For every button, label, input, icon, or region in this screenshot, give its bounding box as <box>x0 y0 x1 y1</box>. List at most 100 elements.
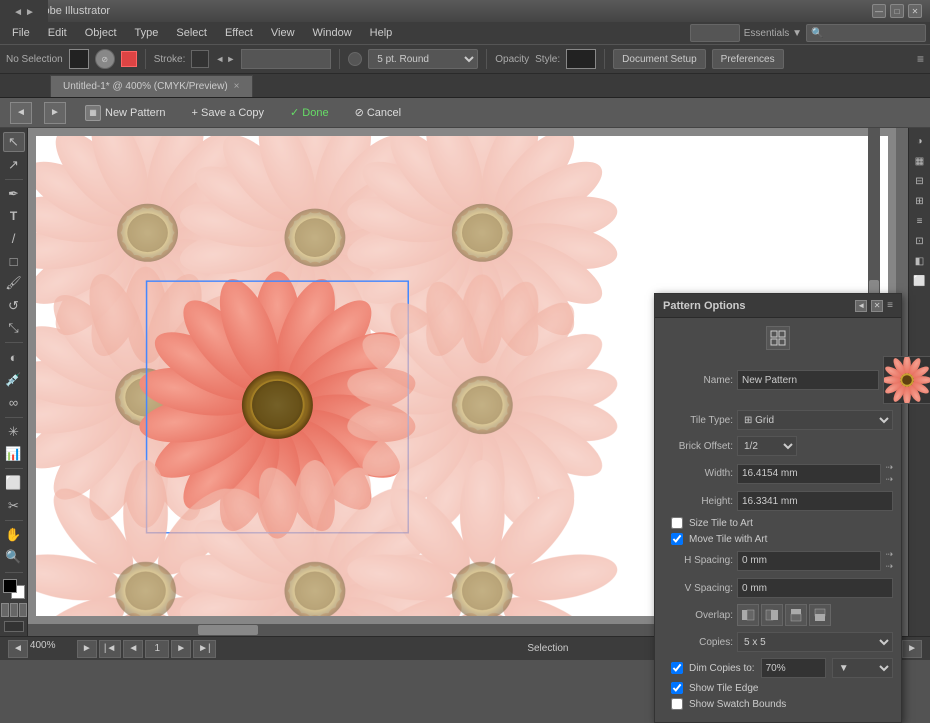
link-spacing-btn[interactable]: ⇢ ⇢ <box>885 549 893 572</box>
panel-gradient-icon[interactable]: ▦ <box>911 152 929 170</box>
hand-tool[interactable]: ✋ <box>3 525 25 545</box>
menu-object[interactable]: Object <box>77 25 125 41</box>
h-scrollbar-thumb[interactable] <box>198 625 258 635</box>
paint-tool[interactable]: 🖌 <box>3 273 25 293</box>
panel-color-icon[interactable]: ◑ <box>911 132 929 150</box>
last-page-btn[interactable]: ►| <box>193 640 216 658</box>
page-number: 1 <box>145 640 169 658</box>
brick-offset-select[interactable]: 1/2 1/3 1/4 <box>737 436 797 456</box>
menu-type[interactable]: Type <box>127 25 167 41</box>
first-page-btn[interactable]: |◄ <box>99 640 122 658</box>
show-tile-edge-checkbox[interactable] <box>671 682 683 694</box>
menu-effect[interactable]: Effect <box>217 25 261 41</box>
blend-tool[interactable]: ∞ <box>3 392 25 412</box>
menu-view[interactable]: View <box>263 25 303 41</box>
height-input[interactable] <box>737 491 893 511</box>
maximize-button[interactable]: □ <box>890 4 904 18</box>
tab-close-btn[interactable]: × <box>234 81 240 92</box>
zoom-decrease-btn[interactable]: ◄ <box>8 640 28 658</box>
symbol-tool[interactable]: ✳ <box>3 421 25 441</box>
link-dimensions-btn[interactable]: ⇢ ⇢ <box>885 462 893 485</box>
line-tool[interactable]: / <box>3 228 25 248</box>
panel-menu-btn[interactable]: ≡ <box>887 300 893 312</box>
dim-copies-pct-input[interactable] <box>761 658 826 678</box>
eyedropper-tool[interactable]: 💉 <box>3 370 25 390</box>
scroll-right-btn[interactable]: ► <box>902 640 922 658</box>
show-swatch-bounds-row: Show Swatch Bounds <box>663 698 893 710</box>
rect-tool[interactable]: □ <box>3 251 25 271</box>
menu-select[interactable]: Select <box>168 25 215 41</box>
save-copy-btn[interactable]: + Save a Copy <box>185 103 271 123</box>
screen-mode-btn[interactable] <box>4 621 24 632</box>
artboard-tool[interactable]: ⬜ <box>3 473 25 493</box>
panel-stroke-icon[interactable]: ⊟ <box>911 172 929 190</box>
zoom-tool[interactable]: 🔍 <box>3 547 25 567</box>
panel-layers-icon[interactable]: ◧ <box>911 252 929 270</box>
overlap-top-btn[interactable] <box>785 604 807 626</box>
zoom-increase-btn[interactable]: ► <box>77 640 97 658</box>
tile-icon-btn[interactable] <box>766 326 790 350</box>
canvas-tab[interactable]: Untitled-1* @ 400% (CMYK/Preview) × <box>50 75 253 97</box>
select-tool[interactable]: ↖ <box>3 132 25 152</box>
style-swatch[interactable] <box>566 49 596 69</box>
size-to-art-label: Size Tile to Art <box>689 518 753 529</box>
draw-inside-btn[interactable] <box>19 603 27 617</box>
stroke-input[interactable] <box>241 49 331 69</box>
menu-edit[interactable]: Edit <box>40 25 75 41</box>
fill-swatch[interactable] <box>69 49 89 69</box>
overlap-bottom-btn[interactable] <box>809 604 831 626</box>
scale-tool[interactable]: ⤡ <box>3 318 25 338</box>
draw-behind-btn[interactable] <box>10 603 18 617</box>
move-with-art-label: Move Tile with Art <box>689 534 767 545</box>
stroke-indicator <box>348 52 362 66</box>
panel-align-icon[interactable]: ≡ <box>911 212 929 230</box>
move-with-art-checkbox[interactable] <box>671 533 683 545</box>
forward-btn[interactable]: ► <box>44 102 66 124</box>
pen-tool[interactable]: ✒ <box>3 184 25 204</box>
panel-transform-icon[interactable]: ⊞ <box>911 192 929 210</box>
rotate-tool[interactable]: ↺ <box>3 296 25 316</box>
overlap-left-btn[interactable] <box>737 604 759 626</box>
next-page-btn[interactable]: ► <box>171 640 191 658</box>
copies-label: Copies: <box>663 637 733 648</box>
stroke-style-select[interactable]: 5 pt. Round <box>368 49 478 69</box>
overlap-buttons <box>737 604 831 626</box>
panel-pathfinder-icon[interactable]: ⊡ <box>911 232 929 250</box>
panel-artboards-icon[interactable]: ⬜ <box>911 272 929 290</box>
h-spacing-input[interactable] <box>737 551 881 571</box>
normal-draw-btn[interactable] <box>1 603 9 617</box>
panel-minimize-btn[interactable]: ◄ <box>855 300 867 312</box>
v-spacing-input[interactable] <box>737 578 893 598</box>
new-pattern-btn[interactable]: ▦ New Pattern <box>78 101 173 125</box>
menu-file[interactable]: File <box>4 25 38 41</box>
preferences-button[interactable]: Preferences <box>712 49 784 69</box>
copies-select[interactable]: 5 x 5 3 x 3 7 x 7 <box>737 632 893 652</box>
minimize-button[interactable]: — <box>872 4 886 18</box>
tile-type-select[interactable]: ⊞ Grid Brick by Row Brick by Column Hex … <box>737 410 893 430</box>
panel-close-btn[interactable]: ✕ <box>871 300 883 312</box>
name-input[interactable] <box>737 370 879 390</box>
color-swatches[interactable] <box>3 579 25 599</box>
overlap-right-btn[interactable] <box>761 604 783 626</box>
dim-copies-pct-select[interactable]: ▼ <box>832 658 893 678</box>
close-button[interactable]: ✕ <box>908 4 922 18</box>
cancel-btn[interactable]: ⊘ Cancel <box>348 102 409 123</box>
menu-window[interactable]: Window <box>305 25 360 41</box>
type-tool[interactable]: T <box>3 206 25 226</box>
color-mode-btn[interactable] <box>121 51 137 67</box>
prev-page-btn[interactable]: ◄ <box>123 640 143 658</box>
doc-setup-button[interactable]: Document Setup <box>613 49 706 69</box>
column-tool[interactable]: 📊 <box>3 444 25 464</box>
name-row: Name: <box>663 356 893 404</box>
dim-copies-checkbox[interactable] <box>671 662 683 674</box>
menu-help[interactable]: Help <box>362 25 401 41</box>
panel-header[interactable]: Pattern Options ◄ ✕ ≡ <box>655 294 901 318</box>
done-btn[interactable]: ✓ Done <box>283 102 336 123</box>
size-to-art-checkbox[interactable] <box>671 517 683 529</box>
width-input[interactable] <box>737 464 881 484</box>
slice-tool[interactable]: ✂ <box>3 496 25 516</box>
direct-select-tool[interactable]: ↗ <box>3 154 25 174</box>
gradient-tool[interactable]: ◐ <box>3 347 25 367</box>
show-swatch-bounds-checkbox[interactable] <box>671 698 683 710</box>
back-btn[interactable]: ◄ <box>10 102 32 124</box>
